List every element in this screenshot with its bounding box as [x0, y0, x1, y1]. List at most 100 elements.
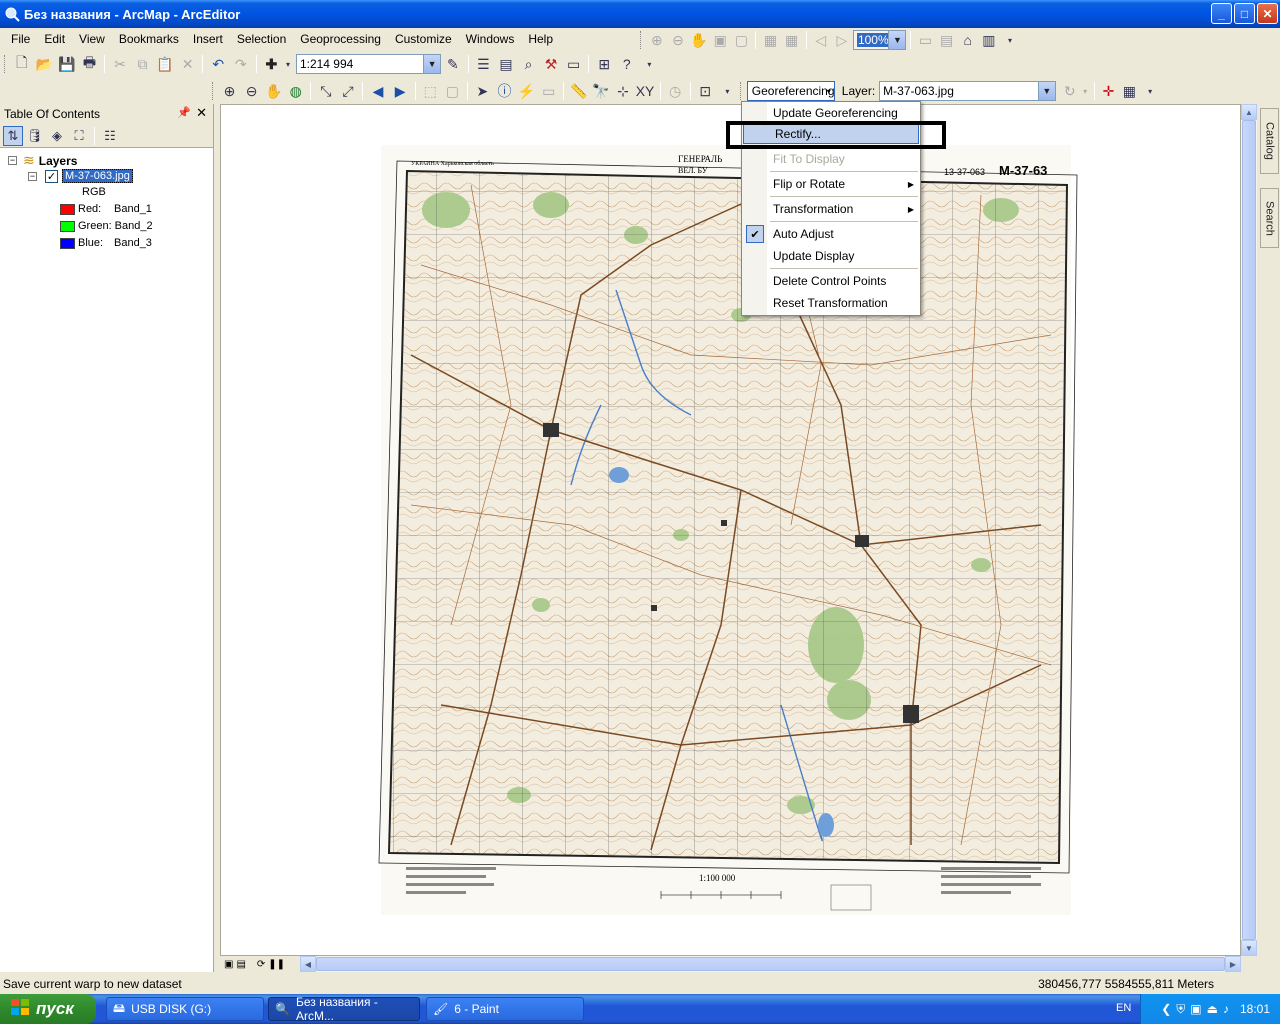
scroll-down-icon[interactable]: ▼ [1241, 940, 1257, 956]
layer-visibility-checkbox[interactable]: ✓ [45, 169, 58, 183]
menu-customize[interactable]: Customize [388, 32, 459, 46]
map-vertical-scrollbar[interactable]: ▲ ▼ [1241, 104, 1257, 956]
identify-icon[interactable]: ⓘ [494, 80, 515, 102]
list-by-source-icon[interactable]: 🛢 [25, 126, 45, 146]
close-icon[interactable]: ✕ [196, 105, 207, 121]
menu-bookmarks[interactable]: Bookmarks [112, 32, 186, 46]
data-driven-pages-icon[interactable]: ▥ [979, 29, 999, 51]
chevron-down-icon[interactable]: ▼ [888, 31, 906, 49]
search-window-icon[interactable]: ⌕ [518, 53, 540, 75]
new-document-icon[interactable]: 🗋 [11, 53, 33, 75]
menu-windows[interactable]: Windows [459, 32, 522, 46]
measure-icon[interactable]: 📏 [568, 80, 589, 102]
list-by-drawing-order-icon[interactable]: ⇅ [3, 125, 23, 146]
change-layout-icon[interactable]: ⌂ [958, 29, 978, 51]
full-extent-icon[interactable]: ◍ [285, 80, 306, 102]
zoom-100-icon[interactable]: ▢ [731, 29, 751, 51]
menu-file[interactable]: File [4, 32, 37, 46]
fixed-zoom-out-icon[interactable]: ▦ [782, 29, 802, 51]
menu-item-reset-transformation[interactable]: Reset Transformation [742, 293, 920, 313]
save-icon[interactable]: 💾 [56, 53, 78, 75]
menu-selection[interactable]: Selection [230, 32, 293, 46]
layer-combo[interactable]: M-37-063.jpg ▼ [879, 81, 1056, 101]
close-button[interactable]: ✕ [1257, 3, 1278, 24]
data-view-icon[interactable]: ▣ [224, 959, 233, 970]
toolbar-grip[interactable] [212, 82, 215, 100]
layout-pan-icon[interactable]: ✋ [689, 29, 709, 51]
time-slider-icon[interactable]: ◷ [665, 80, 686, 102]
hyperlink-icon[interactable]: ⚡ [516, 80, 537, 102]
zoom-whole-page-icon[interactable]: ▣ [710, 29, 730, 51]
print-icon[interactable]: 🖶 [79, 53, 101, 75]
menu-geoprocessing[interactable]: Geoprocessing [293, 32, 388, 46]
menu-item-auto-adjust[interactable]: ✔ Auto Adjust [742, 224, 920, 244]
zoom-out-icon[interactable]: ⊖ [241, 80, 262, 102]
layout-view-icon[interactable]: ▤ [236, 959, 245, 970]
menu-item-update-display[interactable]: Update Display [742, 246, 920, 266]
scroll-left-icon[interactable]: ◀ [300, 956, 316, 972]
map-scale-combo[interactable]: 1:214 994 ▼ [295, 54, 442, 74]
layout-zoom-out-icon[interactable]: ⊖ [668, 29, 688, 51]
layer-row[interactable]: − ✓ M-37-063.jpg [28, 169, 133, 183]
refresh-icon[interactable]: ⟳ [257, 959, 265, 970]
zoom-in-icon[interactable]: ⊕ [219, 80, 240, 102]
catalog-window-icon[interactable]: ▤ [495, 53, 517, 75]
toolbar-options-icon[interactable]: ▾ [1000, 29, 1020, 51]
add-control-points-icon[interactable]: ✛ [1099, 80, 1119, 102]
network-icon[interactable]: ▣ [1190, 1002, 1201, 1016]
layer-name[interactable]: M-37-063.jpg [62, 169, 133, 183]
chevron-down-icon[interactable]: ▼ [423, 55, 441, 73]
task-paint[interactable]: 🖌 6 - Paint [426, 997, 584, 1021]
topographic-map-raster[interactable]: ГЕНЕРАЛЬ ВЕЛ. БУ УКРАИНА Харьковская обл… [221, 105, 1240, 955]
add-data-icon[interactable]: ✚ [261, 53, 283, 75]
focus-frame-icon[interactable]: ▤ [937, 29, 957, 51]
georeferencing-menu-button[interactable]: Georeferencing ▾ [746, 81, 835, 101]
create-viewer-window-icon[interactable]: ⊡ [695, 80, 716, 102]
go-back-extent-icon[interactable]: ◁ [811, 29, 831, 51]
minimize-button[interactable]: _ [1211, 3, 1232, 24]
menu-insert[interactable]: Insert [186, 32, 230, 46]
pan-icon[interactable]: ✋ [263, 80, 284, 102]
python-window-icon[interactable]: ▭ [563, 53, 585, 75]
find-route-icon[interactable]: ⊹ [612, 80, 633, 102]
clear-selection-icon[interactable]: ▢ [442, 80, 463, 102]
toolbar-options-icon[interactable]: ▾ [1140, 80, 1160, 102]
catalog-tab[interactable]: Catalog [1260, 108, 1279, 174]
pin-icon[interactable]: 📌 [177, 106, 191, 119]
delete-icon[interactable]: ✕ [177, 53, 199, 75]
rotate-icon[interactable]: ↻ [1060, 80, 1080, 102]
fixed-zoom-in-icon[interactable]: ⤡ [315, 80, 336, 102]
forward-extent-icon[interactable]: ▶ [390, 80, 411, 102]
menu-item-update-georeferencing[interactable]: Update Georeferencing [742, 103, 920, 123]
collapse-icon[interactable]: − [28, 171, 37, 181]
go-to-xy-icon[interactable]: XY [635, 80, 656, 102]
map-display[interactable]: ГЕНЕРАЛЬ ВЕЛ. БУ УКРАИНА Харьковская обл… [220, 104, 1241, 956]
language-indicator[interactable]: EN [1116, 1002, 1131, 1014]
collapse-icon[interactable]: − [8, 156, 17, 165]
go-forward-extent-icon[interactable]: ▷ [832, 29, 852, 51]
rotate-dropdown-icon[interactable]: ▾ [1081, 80, 1090, 102]
search-tab[interactable]: Search [1260, 188, 1279, 248]
find-icon[interactable]: 🔭 [590, 80, 611, 102]
shield-icon[interactable]: ⛨ [1176, 1002, 1185, 1017]
map-horizontal-scrollbar[interactable]: ◀ ▶ [300, 956, 1241, 972]
redo-icon[interactable]: ↷ [230, 53, 252, 75]
toggle-draft-icon[interactable]: ▭ [915, 29, 935, 51]
vertical-scroll-thumb[interactable] [1242, 120, 1256, 940]
toolbar-options-icon[interactable]: ▾ [639, 53, 661, 75]
pause-drawing-icon[interactable]: ❚❚ [268, 959, 285, 970]
fixed-zoom-in-icon[interactable]: ▦ [760, 29, 780, 51]
menu-item-transformation[interactable]: Transformation ▶ [742, 199, 920, 219]
add-data-dropdown-icon[interactable]: ▾ [283, 53, 293, 75]
chevron-down-icon[interactable]: ▼ [1037, 82, 1055, 100]
list-by-visibility-icon[interactable]: ◈ [47, 126, 67, 146]
toc-options-icon[interactable]: ☷ [100, 126, 120, 146]
horizontal-scroll-thumb[interactable] [316, 957, 1225, 971]
layout-zoom-combo[interactable]: 100% ▼ [852, 30, 907, 50]
editor-toolbar-icon[interactable]: ✎ [442, 53, 464, 75]
menu-item-delete-control-points[interactable]: Delete Control Points [742, 271, 920, 291]
undo-icon[interactable]: ↶ [207, 53, 229, 75]
toolbar-grip[interactable] [640, 31, 643, 49]
menu-edit[interactable]: Edit [37, 32, 72, 46]
html-popup-icon[interactable]: ▭ [538, 80, 559, 102]
